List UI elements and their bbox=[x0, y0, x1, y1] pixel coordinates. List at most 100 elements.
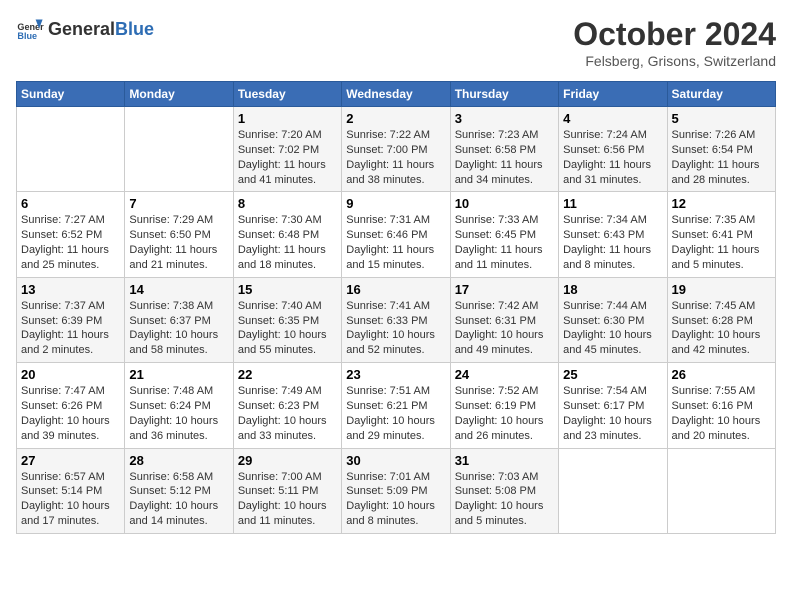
day-info: Sunrise: 7:42 AM Sunset: 6:31 PM Dayligh… bbox=[455, 299, 554, 358]
day-number: 20 bbox=[21, 367, 120, 382]
header-friday: Friday bbox=[559, 82, 667, 107]
day-number: 16 bbox=[346, 282, 445, 297]
daylight-label: Daylight: 10 hours and 29 minutes. bbox=[346, 415, 435, 442]
sunset-label: Sunset: 6:48 PM bbox=[238, 229, 319, 241]
sunrise-label: Sunrise: 7:41 AM bbox=[346, 300, 430, 312]
calendar-cell bbox=[667, 448, 775, 533]
sunrise-label: Sunrise: 7:03 AM bbox=[455, 471, 539, 483]
sunrise-label: Sunrise: 7:33 AM bbox=[455, 214, 539, 226]
day-number: 24 bbox=[455, 367, 554, 382]
calendar-week-row: 13 Sunrise: 7:37 AM Sunset: 6:39 PM Dayl… bbox=[17, 277, 776, 362]
sunset-label: Sunset: 6:28 PM bbox=[672, 315, 753, 327]
daylight-label: Daylight: 10 hours and 39 minutes. bbox=[21, 415, 110, 442]
sunrise-label: Sunrise: 7:47 AM bbox=[21, 385, 105, 397]
daylight-label: Daylight: 11 hours and 2 minutes. bbox=[21, 329, 109, 356]
sunset-label: Sunset: 6:58 PM bbox=[455, 144, 536, 156]
sunset-label: Sunset: 6:17 PM bbox=[563, 400, 644, 412]
daylight-label: Daylight: 10 hours and 26 minutes. bbox=[455, 415, 544, 442]
logo-general-text: General bbox=[48, 19, 115, 39]
page-header: General Blue GeneralBlue October 2024 Fe… bbox=[16, 16, 776, 69]
calendar-cell: 25 Sunrise: 7:54 AM Sunset: 6:17 PM Dayl… bbox=[559, 363, 667, 448]
sunset-label: Sunset: 6:52 PM bbox=[21, 229, 102, 241]
calendar-week-row: 6 Sunrise: 7:27 AM Sunset: 6:52 PM Dayli… bbox=[17, 192, 776, 277]
day-number: 11 bbox=[563, 196, 662, 211]
day-number: 4 bbox=[563, 111, 662, 126]
day-number: 15 bbox=[238, 282, 337, 297]
day-info: Sunrise: 7:24 AM Sunset: 6:56 PM Dayligh… bbox=[563, 128, 662, 187]
header-tuesday: Tuesday bbox=[233, 82, 341, 107]
day-number: 12 bbox=[672, 196, 771, 211]
day-number: 23 bbox=[346, 367, 445, 382]
daylight-label: Daylight: 10 hours and 17 minutes. bbox=[21, 500, 110, 527]
day-info: Sunrise: 7:33 AM Sunset: 6:45 PM Dayligh… bbox=[455, 213, 554, 272]
sunrise-label: Sunrise: 7:24 AM bbox=[563, 129, 647, 141]
sunset-label: Sunset: 6:35 PM bbox=[238, 315, 319, 327]
sunset-label: Sunset: 5:12 PM bbox=[129, 485, 210, 497]
calendar-cell: 29 Sunrise: 7:00 AM Sunset: 5:11 PM Dayl… bbox=[233, 448, 341, 533]
calendar-cell: 19 Sunrise: 7:45 AM Sunset: 6:28 PM Dayl… bbox=[667, 277, 775, 362]
day-info: Sunrise: 7:48 AM Sunset: 6:24 PM Dayligh… bbox=[129, 384, 228, 443]
calendar-table: Sunday Monday Tuesday Wednesday Thursday… bbox=[16, 81, 776, 534]
day-info: Sunrise: 7:45 AM Sunset: 6:28 PM Dayligh… bbox=[672, 299, 771, 358]
sunrise-label: Sunrise: 7:22 AM bbox=[346, 129, 430, 141]
daylight-label: Daylight: 10 hours and 55 minutes. bbox=[238, 329, 327, 356]
sunrise-label: Sunrise: 7:31 AM bbox=[346, 214, 430, 226]
day-info: Sunrise: 7:29 AM Sunset: 6:50 PM Dayligh… bbox=[129, 213, 228, 272]
sunrise-label: Sunrise: 7:40 AM bbox=[238, 300, 322, 312]
calendar-body: 1 Sunrise: 7:20 AM Sunset: 7:02 PM Dayli… bbox=[17, 107, 776, 534]
logo-icon: General Blue bbox=[16, 16, 44, 44]
sunset-label: Sunset: 6:23 PM bbox=[238, 400, 319, 412]
sunrise-label: Sunrise: 7:51 AM bbox=[346, 385, 430, 397]
day-number: 6 bbox=[21, 196, 120, 211]
calendar-cell bbox=[559, 448, 667, 533]
day-number: 26 bbox=[672, 367, 771, 382]
daylight-label: Daylight: 11 hours and 28 minutes. bbox=[672, 159, 760, 186]
calendar-cell: 28 Sunrise: 6:58 AM Sunset: 5:12 PM Dayl… bbox=[125, 448, 233, 533]
calendar-week-row: 27 Sunrise: 6:57 AM Sunset: 5:14 PM Dayl… bbox=[17, 448, 776, 533]
day-info: Sunrise: 7:54 AM Sunset: 6:17 PM Dayligh… bbox=[563, 384, 662, 443]
calendar-cell: 14 Sunrise: 7:38 AM Sunset: 6:37 PM Dayl… bbox=[125, 277, 233, 362]
sunrise-label: Sunrise: 7:26 AM bbox=[672, 129, 756, 141]
calendar-cell bbox=[17, 107, 125, 192]
day-info: Sunrise: 7:49 AM Sunset: 6:23 PM Dayligh… bbox=[238, 384, 337, 443]
month-title: October 2024 bbox=[573, 16, 776, 53]
day-number: 30 bbox=[346, 453, 445, 468]
daylight-label: Daylight: 11 hours and 25 minutes. bbox=[21, 244, 109, 271]
daylight-label: Daylight: 10 hours and 36 minutes. bbox=[129, 415, 218, 442]
calendar-cell: 20 Sunrise: 7:47 AM Sunset: 6:26 PM Dayl… bbox=[17, 363, 125, 448]
calendar-cell: 9 Sunrise: 7:31 AM Sunset: 6:46 PM Dayli… bbox=[342, 192, 450, 277]
sunrise-label: Sunrise: 7:35 AM bbox=[672, 214, 756, 226]
daylight-label: Daylight: 10 hours and 58 minutes. bbox=[129, 329, 218, 356]
header-saturday: Saturday bbox=[667, 82, 775, 107]
calendar-cell: 31 Sunrise: 7:03 AM Sunset: 5:08 PM Dayl… bbox=[450, 448, 558, 533]
day-number: 8 bbox=[238, 196, 337, 211]
calendar-cell: 2 Sunrise: 7:22 AM Sunset: 7:00 PM Dayli… bbox=[342, 107, 450, 192]
daylight-label: Daylight: 10 hours and 8 minutes. bbox=[346, 500, 435, 527]
day-number: 14 bbox=[129, 282, 228, 297]
header-sunday: Sunday bbox=[17, 82, 125, 107]
sunrise-label: Sunrise: 7:29 AM bbox=[129, 214, 213, 226]
sunset-label: Sunset: 5:08 PM bbox=[455, 485, 536, 497]
calendar-cell: 17 Sunrise: 7:42 AM Sunset: 6:31 PM Dayl… bbox=[450, 277, 558, 362]
calendar-cell: 8 Sunrise: 7:30 AM Sunset: 6:48 PM Dayli… bbox=[233, 192, 341, 277]
sunset-label: Sunset: 6:30 PM bbox=[563, 315, 644, 327]
sunset-label: Sunset: 6:50 PM bbox=[129, 229, 210, 241]
sunset-label: Sunset: 7:02 PM bbox=[238, 144, 319, 156]
day-info: Sunrise: 7:22 AM Sunset: 7:00 PM Dayligh… bbox=[346, 128, 445, 187]
day-info: Sunrise: 7:26 AM Sunset: 6:54 PM Dayligh… bbox=[672, 128, 771, 187]
calendar-cell: 12 Sunrise: 7:35 AM Sunset: 6:41 PM Dayl… bbox=[667, 192, 775, 277]
header-monday: Monday bbox=[125, 82, 233, 107]
day-info: Sunrise: 7:31 AM Sunset: 6:46 PM Dayligh… bbox=[346, 213, 445, 272]
sunrise-label: Sunrise: 7:45 AM bbox=[672, 300, 756, 312]
calendar-header: Sunday Monday Tuesday Wednesday Thursday… bbox=[17, 82, 776, 107]
sunset-label: Sunset: 6:45 PM bbox=[455, 229, 536, 241]
calendar-cell: 7 Sunrise: 7:29 AM Sunset: 6:50 PM Dayli… bbox=[125, 192, 233, 277]
day-number: 18 bbox=[563, 282, 662, 297]
daylight-label: Daylight: 11 hours and 8 minutes. bbox=[563, 244, 651, 271]
daylight-label: Daylight: 11 hours and 34 minutes. bbox=[455, 159, 543, 186]
daylight-label: Daylight: 10 hours and 33 minutes. bbox=[238, 415, 327, 442]
day-number: 5 bbox=[672, 111, 771, 126]
header-thursday: Thursday bbox=[450, 82, 558, 107]
sunrise-label: Sunrise: 7:54 AM bbox=[563, 385, 647, 397]
day-info: Sunrise: 6:57 AM Sunset: 5:14 PM Dayligh… bbox=[21, 470, 120, 529]
